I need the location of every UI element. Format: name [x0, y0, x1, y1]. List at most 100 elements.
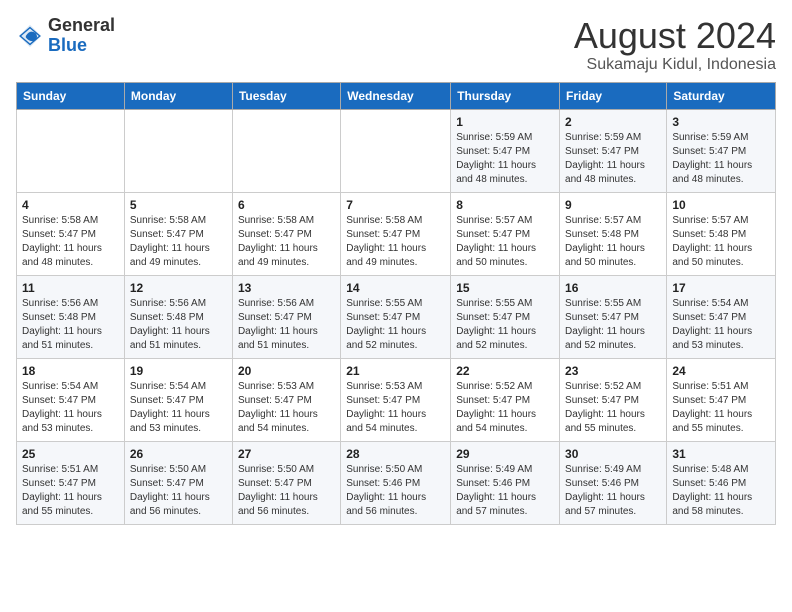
day-cell: 4Sunrise: 5:58 AM Sunset: 5:47 PM Daylig… — [17, 192, 125, 275]
day-info: Sunrise: 5:59 AM Sunset: 5:47 PM Dayligh… — [456, 131, 554, 187]
day-number: 1 — [456, 115, 554, 129]
day-info: Sunrise: 5:50 AM Sunset: 5:47 PM Dayligh… — [130, 463, 227, 519]
day-info: Sunrise: 5:59 AM Sunset: 5:47 PM Dayligh… — [672, 131, 770, 187]
day-number: 19 — [130, 364, 227, 378]
col-header-tuesday: Tuesday — [232, 82, 340, 109]
day-cell: 5 Sunrise: 5:58 AM Sunset: 5:47 PM Daylig… — [124, 192, 232, 275]
day-cell: 12 Sunrise: 5:56 AM Sunset: 5:48 PM Dayli… — [124, 275, 232, 358]
day-number: 26 — [130, 447, 227, 461]
day-cell: 29 Sunrise: 5:49 AM Sunset: 5:46 PM Dayli… — [451, 441, 560, 524]
day-cell: 8 Sunrise: 5:57 AM Sunset: 5:47 PM Daylig… — [451, 192, 560, 275]
week-row-5: 25Sunrise: 5:51 AM Sunset: 5:47 PM Dayli… — [17, 441, 776, 524]
day-info: Sunrise: 5:50 AM Sunset: 5:46 PM Dayligh… — [346, 463, 445, 519]
day-info: Sunrise: 5:54 AM Sunset: 5:47 PM Dayligh… — [22, 380, 119, 436]
day-number: 23 — [565, 364, 661, 378]
day-cell: 6 Sunrise: 5:58 AM Sunset: 5:47 PM Daylig… — [232, 192, 340, 275]
day-info: Sunrise: 5:59 AM Sunset: 5:47 PM Dayligh… — [565, 131, 661, 187]
day-info: Sunrise: 5:49 AM Sunset: 5:46 PM Dayligh… — [565, 463, 661, 519]
day-number: 14 — [346, 281, 445, 295]
day-cell: 9Sunrise: 5:57 AM Sunset: 5:48 PM Daylig… — [560, 192, 667, 275]
day-info: Sunrise: 5:58 AM Sunset: 5:47 PM Dayligh… — [238, 214, 335, 270]
day-cell: 28Sunrise: 5:50 AM Sunset: 5:46 PM Dayli… — [341, 441, 451, 524]
day-info: Sunrise: 5:56 AM Sunset: 5:48 PM Dayligh… — [130, 297, 227, 353]
day-info: Sunrise: 5:52 AM Sunset: 5:47 PM Dayligh… — [565, 380, 661, 436]
day-cell: 18Sunrise: 5:54 AM Sunset: 5:47 PM Dayli… — [17, 358, 125, 441]
col-header-wednesday: Wednesday — [341, 82, 451, 109]
col-header-friday: Friday — [560, 82, 667, 109]
day-info: Sunrise: 5:57 AM Sunset: 5:48 PM Dayligh… — [672, 214, 770, 270]
logo-icon — [16, 22, 44, 50]
day-info: Sunrise: 5:49 AM Sunset: 5:46 PM Dayligh… — [456, 463, 554, 519]
logo-text: General Blue — [48, 16, 115, 56]
day-cell: 25Sunrise: 5:51 AM Sunset: 5:47 PM Dayli… — [17, 441, 125, 524]
day-info: Sunrise: 5:57 AM Sunset: 5:48 PM Dayligh… — [565, 214, 661, 270]
day-number: 11 — [22, 281, 119, 295]
day-cell: 1 Sunrise: 5:59 AM Sunset: 5:47 PM Daylig… — [451, 109, 560, 192]
day-cell: 19 Sunrise: 5:54 AM Sunset: 5:47 PM Dayli… — [124, 358, 232, 441]
day-info: Sunrise: 5:55 AM Sunset: 5:47 PM Dayligh… — [456, 297, 554, 353]
col-header-thursday: Thursday — [451, 82, 560, 109]
week-row-4: 18Sunrise: 5:54 AM Sunset: 5:47 PM Dayli… — [17, 358, 776, 441]
day-info: Sunrise: 5:58 AM Sunset: 5:47 PM Dayligh… — [130, 214, 227, 270]
logo-blue: Blue — [48, 35, 87, 55]
day-number: 3 — [672, 115, 770, 129]
day-number: 29 — [456, 447, 554, 461]
location-subtitle: Sukamaju Kidul, Indonesia — [574, 56, 776, 74]
day-number: 21 — [346, 364, 445, 378]
day-cell: 30Sunrise: 5:49 AM Sunset: 5:46 PM Dayli… — [560, 441, 667, 524]
day-cell: 20Sunrise: 5:53 AM Sunset: 5:47 PM Dayli… — [232, 358, 340, 441]
day-cell: 13Sunrise: 5:56 AM Sunset: 5:47 PM Dayli… — [232, 275, 340, 358]
day-number: 15 — [456, 281, 554, 295]
day-number: 5 — [130, 198, 227, 212]
day-info: Sunrise: 5:48 AM Sunset: 5:46 PM Dayligh… — [672, 463, 770, 519]
day-cell — [124, 109, 232, 192]
day-cell: 3 Sunrise: 5:59 AM Sunset: 5:47 PM Daylig… — [667, 109, 776, 192]
day-cell: 17 Sunrise: 5:54 AM Sunset: 5:47 PM Dayli… — [667, 275, 776, 358]
day-info: Sunrise: 5:56 AM Sunset: 5:47 PM Dayligh… — [238, 297, 335, 353]
day-number: 31 — [672, 447, 770, 461]
header-row: SundayMondayTuesdayWednesdayThursdayFrid… — [17, 82, 776, 109]
day-number: 10 — [672, 198, 770, 212]
day-cell: 15 Sunrise: 5:55 AM Sunset: 5:47 PM Dayli… — [451, 275, 560, 358]
day-info: Sunrise: 5:55 AM Sunset: 5:47 PM Dayligh… — [346, 297, 445, 353]
day-number: 27 — [238, 447, 335, 461]
day-info: Sunrise: 5:57 AM Sunset: 5:47 PM Dayligh… — [456, 214, 554, 270]
day-number: 12 — [130, 281, 227, 295]
day-cell: 2Sunrise: 5:59 AM Sunset: 5:47 PM Daylig… — [560, 109, 667, 192]
day-info: Sunrise: 5:58 AM Sunset: 5:47 PM Dayligh… — [346, 214, 445, 270]
day-number: 8 — [456, 198, 554, 212]
day-cell: 22 Sunrise: 5:52 AM Sunset: 5:47 PM Dayli… — [451, 358, 560, 441]
day-number: 17 — [672, 281, 770, 295]
day-cell: 21 Sunrise: 5:53 AM Sunset: 5:47 PM Dayli… — [341, 358, 451, 441]
day-number: 6 — [238, 198, 335, 212]
week-row-3: 11 Sunrise: 5:56 AM Sunset: 5:48 PM Dayli… — [17, 275, 776, 358]
day-info: Sunrise: 5:54 AM Sunset: 5:47 PM Dayligh… — [130, 380, 227, 436]
day-info: Sunrise: 5:52 AM Sunset: 5:47 PM Dayligh… — [456, 380, 554, 436]
day-cell: 27 Sunrise: 5:50 AM Sunset: 5:47 PM Dayli… — [232, 441, 340, 524]
day-number: 16 — [565, 281, 661, 295]
calendar-table: SundayMondayTuesdayWednesdayThursdayFrid… — [16, 82, 776, 525]
day-number: 7 — [346, 198, 445, 212]
day-cell: 26 Sunrise: 5:50 AM Sunset: 5:47 PM Dayli… — [124, 441, 232, 524]
day-cell: 10 Sunrise: 5:57 AM Sunset: 5:48 PM Dayli… — [667, 192, 776, 275]
week-row-2: 4Sunrise: 5:58 AM Sunset: 5:47 PM Daylig… — [17, 192, 776, 275]
day-cell — [341, 109, 451, 192]
day-info: Sunrise: 5:58 AM Sunset: 5:47 PM Dayligh… — [22, 214, 119, 270]
week-row-1: 1 Sunrise: 5:59 AM Sunset: 5:47 PM Daylig… — [17, 109, 776, 192]
day-cell: 11Sunrise: 5:56 AM Sunset: 5:48 PM Dayli… — [17, 275, 125, 358]
day-cell — [17, 109, 125, 192]
day-cell: 23 Sunrise: 5:52 AM Sunset: 5:47 PM Dayli… — [560, 358, 667, 441]
day-number: 24 — [672, 364, 770, 378]
day-info: Sunrise: 5:53 AM Sunset: 5:47 PM Dayligh… — [346, 380, 445, 436]
day-info: Sunrise: 5:50 AM Sunset: 5:47 PM Dayligh… — [238, 463, 335, 519]
page-header: General Blue August 2024 Sukamaju Kidul,… — [16, 16, 776, 74]
day-info: Sunrise: 5:54 AM Sunset: 5:47 PM Dayligh… — [672, 297, 770, 353]
day-info: Sunrise: 5:51 AM Sunset: 5:47 PM Dayligh… — [22, 463, 119, 519]
day-cell: 16Sunrise: 5:55 AM Sunset: 5:47 PM Dayli… — [560, 275, 667, 358]
day-cell: 31 Sunrise: 5:48 AM Sunset: 5:46 PM Dayli… — [667, 441, 776, 524]
title-block: August 2024 Sukamaju Kidul, Indonesia — [574, 16, 776, 74]
logo: General Blue — [16, 16, 115, 56]
col-header-sunday: Sunday — [17, 82, 125, 109]
month-year-title: August 2024 — [574, 16, 776, 56]
day-number: 22 — [456, 364, 554, 378]
